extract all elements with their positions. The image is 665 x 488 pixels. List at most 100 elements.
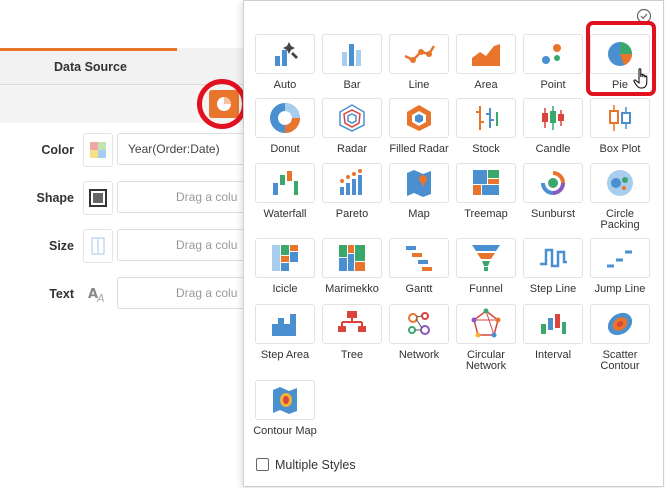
text-shelf-field[interactable]: Drag a colu xyxy=(117,277,252,309)
chart-type-label: Gantt xyxy=(405,283,433,295)
sunburst-chart-icon xyxy=(541,171,565,195)
circle-packing-tile[interactable] xyxy=(590,163,650,203)
chart-type-candle[interactable]: Candle xyxy=(521,98,585,155)
filled-radar-chart-icon xyxy=(407,105,431,131)
chart-type-label: Candle xyxy=(535,143,571,155)
chart-type-label: Pareto xyxy=(335,208,369,220)
chart-type-circle-packing[interactable]: Circle Packing xyxy=(588,163,652,231)
candle-chart-tile[interactable] xyxy=(523,98,583,138)
chart-type-line[interactable]: Line xyxy=(387,34,451,91)
svg-text:A: A xyxy=(96,292,105,303)
radar-chart-icon xyxy=(339,104,365,132)
jump-line-chart-tile[interactable] xyxy=(590,238,650,278)
stock-chart-tile[interactable] xyxy=(456,98,516,138)
icicle-chart-tile[interactable] xyxy=(255,238,315,278)
chart-type-label: Treemap xyxy=(464,208,508,220)
chart-type-label: Tree xyxy=(340,349,364,361)
point-chart-tile[interactable] xyxy=(523,34,583,74)
chart-type-map[interactable]: Map xyxy=(387,163,451,220)
chart-type-waterfall[interactable]: Waterfall xyxy=(253,163,317,220)
network-chart-tile[interactable] xyxy=(389,304,449,344)
treemap-chart-tile[interactable] xyxy=(456,163,516,203)
filled-radar-chart-tile[interactable] xyxy=(389,98,449,138)
map-chart-tile[interactable] xyxy=(389,163,449,203)
chart-type-sunburst[interactable]: Sunburst xyxy=(521,163,585,220)
data-source-tab-label: Data Source xyxy=(54,60,127,74)
funnel-chart-tile[interactable] xyxy=(456,238,516,278)
gantt-chart-icon xyxy=(406,246,432,271)
step-line-chart-tile[interactable] xyxy=(523,238,583,278)
circular-network-tile[interactable] xyxy=(456,304,516,344)
chart-type-scatter-contour[interactable]: Scatter Contour xyxy=(588,304,652,372)
area-chart-icon xyxy=(472,44,500,66)
chart-type-interval[interactable]: Interval xyxy=(521,304,585,361)
chart-type-label: Point xyxy=(540,79,566,91)
gantt-chart-tile[interactable] xyxy=(389,238,449,278)
chart-type-area[interactable]: Area xyxy=(454,34,518,91)
multiple-styles-checkbox[interactable] xyxy=(256,458,269,471)
scatter-contour-tile[interactable] xyxy=(590,304,650,344)
chart-type-filled-radar[interactable]: Filled Radar xyxy=(387,98,451,155)
chart-type-tree[interactable]: Tree xyxy=(320,304,384,361)
jump-line-chart-icon xyxy=(607,250,632,268)
chart-type-bar[interactable]: Bar xyxy=(320,34,384,91)
color-shelf-icon[interactable] xyxy=(83,133,113,167)
chart-type-label: Network xyxy=(398,349,440,361)
chart-type-pareto[interactable]: Pareto xyxy=(320,163,384,220)
chart-type-contour-map[interactable]: Contour Map xyxy=(253,380,317,437)
chart-type-treemap[interactable]: Treemap xyxy=(454,163,518,220)
sunburst-chart-tile[interactable] xyxy=(523,163,583,203)
shape-shelf-label: Shape xyxy=(36,191,74,205)
chart-type-step-area[interactable]: Step Area xyxy=(253,304,317,361)
chart-type-radar[interactable]: Radar xyxy=(320,98,384,155)
pareto-chart-tile[interactable] xyxy=(322,163,382,203)
chart-type-stock[interactable]: Stock xyxy=(454,98,518,155)
chart-type-label: Box Plot xyxy=(599,143,641,155)
color-shelf-field[interactable]: Year(Order:Date) xyxy=(117,133,252,165)
area-chart-tile[interactable] xyxy=(456,34,516,74)
chart-type-donut[interactable]: Donut xyxy=(253,98,317,155)
circular-network-icon xyxy=(471,308,501,338)
tree-chart-tile[interactable] xyxy=(322,304,382,344)
chart-type-label: Filled Radar xyxy=(389,143,449,155)
chart-type-box-plot[interactable]: Box Plot xyxy=(588,98,652,155)
step-area-chart-tile[interactable] xyxy=(255,304,315,344)
chart-type-marimekko[interactable]: Marimekko xyxy=(320,238,384,295)
bar-chart-tile[interactable] xyxy=(322,34,382,74)
radar-chart-tile[interactable] xyxy=(322,98,382,138)
chart-type-icicle[interactable]: Icicle xyxy=(253,238,317,295)
waterfall-chart-tile[interactable] xyxy=(255,163,315,203)
hand-cursor-icon xyxy=(633,68,648,89)
auto-chart-tile[interactable] xyxy=(255,34,315,74)
chart-type-label: Scatter Contour xyxy=(600,349,640,372)
chart-type-auto[interactable]: Auto xyxy=(253,34,317,91)
chart-type-label: Line xyxy=(408,79,430,91)
text-shelf-icon[interactable]: A A xyxy=(83,277,113,311)
contour-map-tile[interactable] xyxy=(255,380,315,420)
chart-type-point[interactable]: Point xyxy=(521,34,585,91)
interval-chart-tile[interactable] xyxy=(523,304,583,344)
marimekko-chart-tile[interactable] xyxy=(322,238,382,278)
multiple-styles-option[interactable]: Multiple Styles xyxy=(256,458,356,472)
box-plot-tile[interactable] xyxy=(590,98,650,138)
chart-type-label: Marimekko xyxy=(325,283,379,295)
donut-chart-tile[interactable] xyxy=(255,98,315,138)
chart-type-network[interactable]: Network xyxy=(387,304,451,361)
size-shelf-field[interactable]: Drag a colu xyxy=(117,229,252,261)
chart-type-funnel[interactable]: Funnel xyxy=(454,238,518,295)
chart-type-label: Waterfall xyxy=(263,208,307,220)
chart-type-step-line[interactable]: Step Line xyxy=(521,238,585,295)
pareto-chart-icon xyxy=(340,169,362,195)
chart-type-label: Icicle xyxy=(272,283,298,295)
chart-type-label: Auto xyxy=(273,79,297,91)
size-shelf-label: Size xyxy=(48,239,74,253)
line-chart-tile[interactable] xyxy=(389,34,449,74)
chart-type-button-highlight xyxy=(197,79,247,129)
chart-type-jump-line[interactable]: Jump Line xyxy=(588,238,652,295)
chart-type-gantt[interactable]: Gantt xyxy=(387,238,451,295)
chart-type-circular-network[interactable]: Circular Network xyxy=(454,304,518,372)
shape-shelf-field[interactable]: Drag a colu xyxy=(117,181,252,213)
funnel-chart-icon xyxy=(472,245,500,271)
shape-shelf-icon[interactable] xyxy=(83,181,113,215)
size-shelf-icon[interactable] xyxy=(83,229,113,263)
